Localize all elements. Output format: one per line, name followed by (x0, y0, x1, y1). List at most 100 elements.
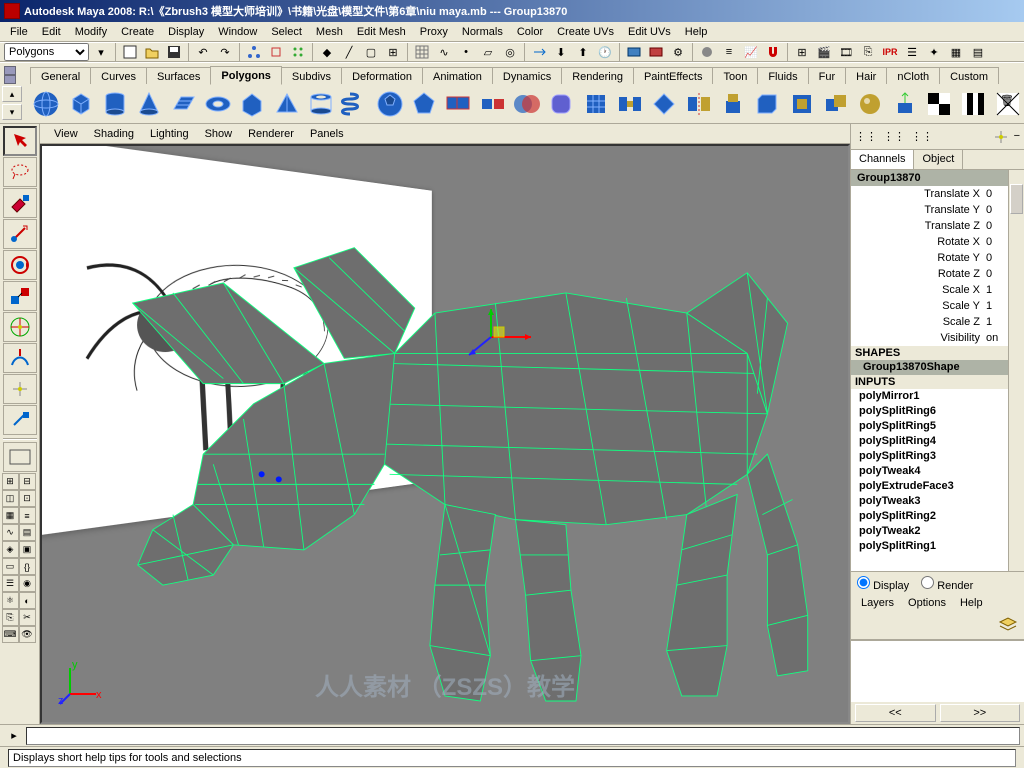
input-node[interactable]: polySplitRing4 (851, 434, 1024, 449)
panel-menu-lighting[interactable]: Lighting (144, 127, 195, 141)
display-radio[interactable]: Display (857, 576, 909, 592)
snap-live-icon[interactable]: ◎ (500, 42, 520, 62)
input-node[interactable]: polyExtrudeFace3 (851, 479, 1024, 494)
ipr-render-icon[interactable]: IPR (880, 42, 900, 62)
input-node[interactable]: polySplitRing5 (851, 419, 1024, 434)
redo-icon[interactable]: ↷ (215, 42, 235, 62)
new-layer-icon[interactable] (998, 616, 1018, 637)
shelf-tab-custom[interactable]: Custom (939, 67, 999, 85)
single-view-icon[interactable] (3, 442, 37, 472)
layer-prev-button[interactable]: << (855, 704, 936, 722)
snap-curve-icon[interactable]: ∿ (434, 42, 454, 62)
menu-edit-uvs[interactable]: Edit UVs (622, 25, 677, 39)
paint-select-tool[interactable] (3, 188, 37, 218)
mask-vertex-icon[interactable]: ◆ (317, 42, 337, 62)
layout-four-icon[interactable]: ⊞ (2, 473, 19, 490)
mel-icon[interactable]: ▸ (4, 726, 24, 746)
attr-row[interactable]: Visibilityon (851, 330, 1024, 346)
shelf-tab-ncloth[interactable]: nCloth (886, 67, 940, 85)
multilister-icon[interactable]: ☰ (2, 575, 19, 592)
channel-box[interactable]: Group13870 Translate X0Translate Y0Trans… (851, 170, 1024, 572)
open-icon[interactable] (142, 42, 162, 62)
hypershade-icon[interactable] (697, 42, 717, 62)
poly-platonic-icon[interactable] (408, 87, 440, 121)
attr-row[interactable]: Scale Y1 (851, 298, 1024, 314)
history-icon[interactable] (529, 42, 549, 62)
menu-window[interactable]: Window (212, 25, 263, 39)
script-view-icon[interactable]: {} (19, 558, 36, 575)
menu-edit-mesh[interactable]: Edit Mesh (351, 25, 412, 39)
persp-icon[interactable]: ▦ (2, 507, 19, 524)
poly-planar-icon[interactable] (923, 87, 955, 121)
ref-icon[interactable]: ⎘ (2, 609, 19, 626)
new-scene-icon[interactable] (120, 42, 140, 62)
shelf-tab-deformation[interactable]: Deformation (341, 67, 423, 85)
shelf-tab-painteffects[interactable]: PaintEffects (633, 67, 714, 85)
toggle-b-icon[interactable]: ▤ (968, 42, 988, 62)
panel-menu-view[interactable]: View (48, 127, 84, 141)
shelf-tab-animation[interactable]: Animation (422, 67, 493, 85)
poly-normals-icon[interactable] (889, 87, 921, 121)
mode-selector[interactable]: Polygons (4, 43, 89, 61)
playblast-icon[interactable]: 🎬 (814, 42, 834, 62)
graph-view-icon[interactable]: ∿ (2, 524, 19, 541)
uv-view-icon[interactable]: ▣ (19, 541, 36, 558)
layout-two-h-icon[interactable]: ⊟ (19, 473, 36, 490)
input-node[interactable]: polySplitRing6 (851, 404, 1024, 419)
poly-cone-icon[interactable] (133, 87, 165, 121)
save-icon[interactable] (164, 42, 184, 62)
shelf-tab-surfaces[interactable]: Surfaces (146, 67, 211, 85)
clip-icon[interactable]: ✂ (19, 609, 36, 626)
hypergraph-view-icon[interactable]: ◈ (2, 541, 19, 558)
poly-torus-icon[interactable] (202, 87, 234, 121)
poly-duplicate-face-icon[interactable] (820, 87, 852, 121)
layer-options-menu[interactable]: Options (902, 596, 952, 614)
attr-row[interactable]: Rotate Y0 (851, 250, 1024, 266)
poly-soccer-icon[interactable] (373, 87, 405, 121)
menu-normals[interactable]: Normals (456, 25, 509, 39)
shelf-scroll[interactable]: ▴▾ (2, 86, 22, 120)
shape-node[interactable]: Group13870Shape (851, 360, 1024, 375)
rotate-tool[interactable] (3, 250, 37, 280)
menu-edit[interactable]: Edit (36, 25, 67, 39)
channels-minus-icon[interactable]: − (1014, 130, 1020, 144)
poly-extrude-icon[interactable] (717, 87, 749, 121)
layer-next-button[interactable]: >> (940, 704, 1021, 722)
shelf-tab-general[interactable]: General (30, 67, 91, 85)
outliner-view-icon[interactable]: ≡ (19, 507, 36, 524)
viewport[interactable]: Antelope (40, 144, 850, 724)
channel-icon-b[interactable]: ⋮⋮ (883, 130, 905, 143)
attr-row[interactable]: Rotate Z0 (851, 266, 1024, 282)
component-icon[interactable]: ◉ (19, 575, 36, 592)
input-node[interactable]: polyTweak4 (851, 464, 1024, 479)
input-node[interactable]: polyTweak3 (851, 494, 1024, 509)
poly-helix-icon[interactable] (339, 87, 371, 121)
attr-row[interactable]: Scale Z1 (851, 314, 1024, 330)
snap-point-icon[interactable]: • (456, 42, 476, 62)
poly-cylinder-icon[interactable] (99, 87, 131, 121)
shelf-trash-icon[interactable]: 🗑 (1000, 94, 1020, 114)
attr-row[interactable]: Translate X0 (851, 186, 1024, 202)
shelf-tab-toon[interactable]: Toon (712, 67, 758, 85)
attr-row[interactable]: Translate Y0 (851, 202, 1024, 218)
input-node[interactable]: polySplitRing2 (851, 509, 1024, 524)
mask-edge-icon[interactable]: ╱ (339, 42, 359, 62)
select-hier-icon[interactable] (244, 42, 264, 62)
poly-plane-icon[interactable] (167, 87, 199, 121)
menu-display[interactable]: Display (162, 25, 210, 39)
shelf-tab-fur[interactable]: Fur (808, 67, 847, 85)
attr-row[interactable]: Translate Z0 (851, 218, 1024, 234)
menu-help[interactable]: Help (679, 25, 714, 39)
layout-three-icon[interactable]: ⊡ (19, 490, 36, 507)
scale-tool[interactable] (3, 281, 37, 311)
poly-pipe-icon[interactable] (305, 87, 337, 121)
universal-manip-tool[interactable] (3, 312, 37, 342)
input-node[interactable]: polyTweak2 (851, 524, 1024, 539)
channels-tab[interactable]: Channels (851, 150, 914, 169)
select-tool[interactable] (3, 126, 37, 156)
mask-uv-icon[interactable]: ⊞ (383, 42, 403, 62)
manip-icon[interactable] (994, 130, 1008, 144)
input-node[interactable]: polyMirror1 (851, 389, 1024, 404)
shelf-tab-rendering[interactable]: Rendering (561, 67, 634, 85)
select-comp-icon[interactable] (288, 42, 308, 62)
